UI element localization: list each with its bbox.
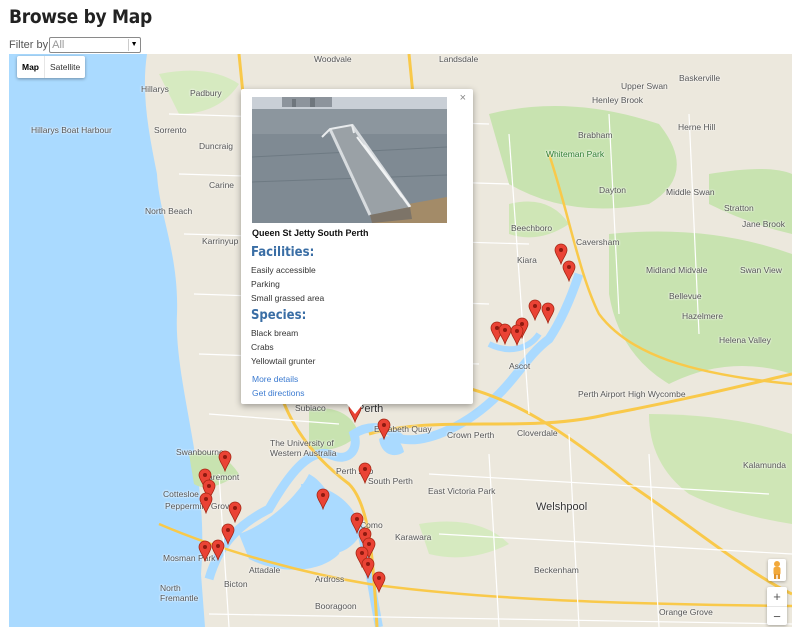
map-label: Ardross: [315, 574, 345, 584]
facility-item: Small grassed area: [251, 293, 325, 303]
map-pin-marker-icon[interactable]: [198, 540, 212, 563]
map-label: Welshpool: [536, 501, 588, 513]
species-heading: Species:: [251, 308, 307, 323]
map-label: Sorrento: [154, 125, 187, 135]
map-label: North Fremantle: [160, 583, 199, 603]
map-pin-marker-icon[interactable]: [510, 324, 524, 347]
map-pin-marker-icon[interactable]: [358, 462, 372, 485]
map-label: Cottesloe: [163, 489, 199, 499]
map-label: Whiteman Park: [546, 149, 605, 159]
chevron-down-icon: ▼: [128, 39, 139, 51]
map-label: Crown Perth: [447, 430, 495, 440]
zoom-in-button[interactable]: +: [767, 587, 787, 606]
map-label: Landsdale: [439, 54, 479, 64]
map-label: Beechboro: [511, 223, 553, 233]
facility-item: Parking: [251, 279, 280, 289]
map-label: High Wycombe: [628, 389, 686, 399]
filter-select[interactable]: All ▼: [49, 37, 142, 53]
map-label: Kiara: [517, 255, 537, 265]
map-label: Middle Swan: [666, 187, 715, 197]
map-label: Ascot: [509, 361, 531, 371]
map-label: Henley Brook: [592, 95, 644, 105]
map-label: Booragoon: [315, 601, 357, 611]
map-pin-marker-icon[interactable]: [316, 488, 330, 511]
map-label: Bellevue: [669, 291, 702, 301]
map-label: Karrinyup: [202, 236, 239, 246]
map-label: Stratton: [724, 203, 754, 213]
map-pin-marker-icon[interactable]: [211, 539, 225, 562]
map-label: Kalamunda: [743, 460, 787, 470]
species-item: Black bream: [251, 328, 299, 338]
street-view-pegman-icon[interactable]: [768, 559, 786, 581]
map[interactable]: Map Satellite Hillarys Padbury Woodvale …: [9, 54, 792, 627]
species-item: Yellowtail grunter: [251, 356, 316, 366]
map-label: Hillarys: [141, 84, 169, 94]
map-label: Cloverdale: [517, 428, 558, 438]
facility-item: Easily accessible: [251, 265, 316, 275]
filter-label: Filter by: [9, 39, 49, 51]
species-item: Crabs: [251, 342, 274, 352]
map-label: Subiaco: [295, 403, 326, 413]
map-label: South Perth: [368, 476, 413, 486]
zoom-out-button[interactable]: −: [767, 606, 787, 626]
map-label: Duncraig: [199, 141, 234, 151]
map-label: Herne Hill: [678, 122, 716, 132]
filter-select-value: All: [52, 39, 65, 51]
get-directions-link[interactable]: Get directions: [252, 388, 304, 398]
map-label: Carine: [209, 180, 235, 190]
map-label: Midland Midvale: [646, 265, 708, 275]
map-label: Beckenham: [534, 565, 579, 575]
jetty-photo: [252, 97, 447, 223]
map-label: Caversham: [576, 237, 620, 247]
map-label: Hazelmere: [682, 311, 724, 321]
close-icon[interactable]: ×: [460, 92, 466, 104]
map-label: Swan View: [740, 265, 782, 275]
map-type-satellite-button[interactable]: Satellite: [44, 56, 85, 78]
map-pin-marker-icon[interactable]: [199, 492, 213, 515]
map-label: The University of Western Australia: [270, 438, 337, 458]
map-label: Padbury: [190, 88, 222, 98]
map-pin-marker-icon[interactable]: [377, 418, 391, 441]
map-label: North Beach: [145, 206, 193, 216]
facilities-heading: Facilities:: [251, 245, 315, 260]
map-pin-marker-icon[interactable]: [372, 571, 386, 594]
map-label: Perth Airport: [578, 389, 626, 399]
map-label: Karawara: [395, 532, 432, 542]
more-details-link[interactable]: More details: [252, 374, 298, 384]
map-label: Brabham: [578, 130, 613, 140]
map-pin-marker-icon[interactable]: [562, 260, 576, 283]
map-label: Dayton: [599, 185, 626, 195]
map-label: Jane Brook: [742, 219, 785, 229]
map-pin-marker-icon[interactable]: [218, 450, 232, 473]
place-name: Queen St Jetty South Perth: [252, 228, 369, 238]
zoom-control: + −: [767, 587, 787, 625]
filter-row: Filter by All ▼: [9, 36, 142, 54]
map-label: Orange Grove: [659, 607, 713, 617]
map-pin-marker-icon[interactable]: [528, 299, 542, 322]
map-type-control: Map Satellite: [17, 56, 86, 78]
map-label: Attadale: [249, 565, 281, 575]
map-label: Hillarys Boat Harbour: [31, 125, 112, 135]
map-label: Helena Valley: [719, 335, 771, 345]
map-label: Baskerville: [679, 73, 721, 83]
map-label: Woodvale: [314, 54, 352, 64]
map-label: East Victoria Park: [428, 486, 496, 496]
info-popup: × Queen St Jetty South Perth Facilities:…: [241, 89, 473, 414]
map-pin-marker-icon[interactable]: [541, 302, 555, 325]
map-label: Bicton: [224, 579, 248, 589]
map-type-map-button[interactable]: Map: [17, 56, 44, 78]
map-label: Swanbourne: [176, 447, 224, 457]
map-pin-marker-icon[interactable]: [228, 501, 242, 524]
map-label: Upper Swan: [621, 81, 668, 91]
page-title: Browse by Map: [9, 6, 152, 28]
